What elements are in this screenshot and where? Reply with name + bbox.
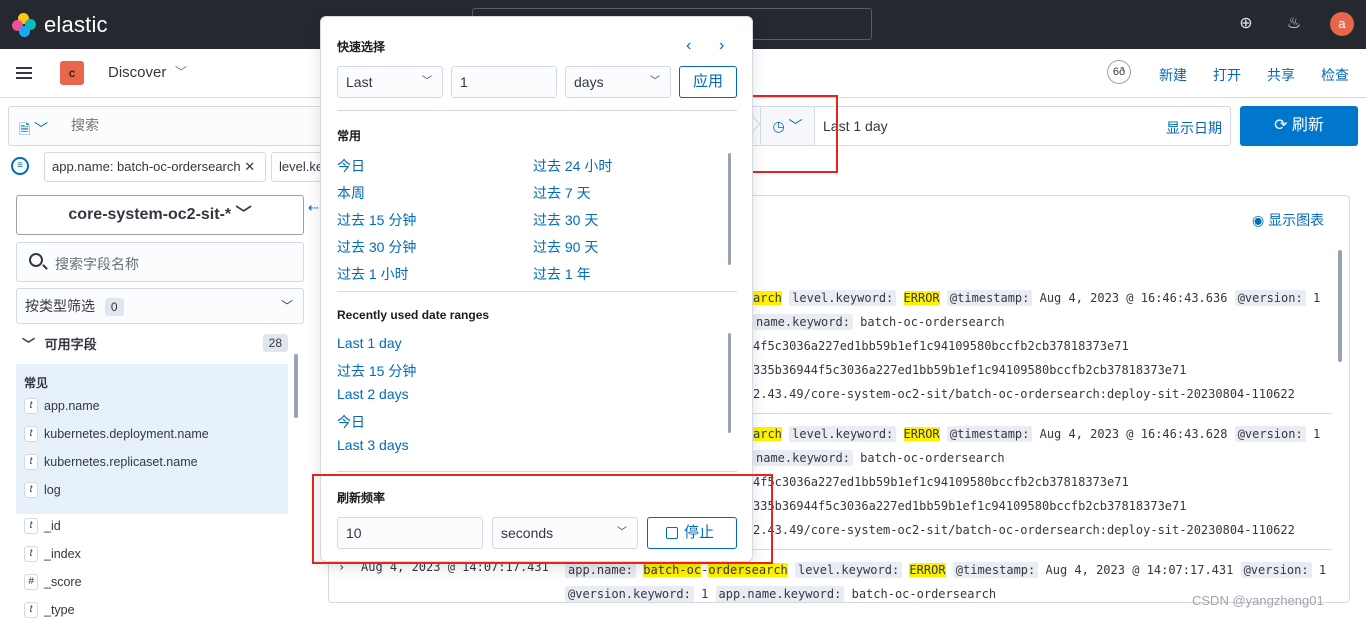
inspect-link[interactable]: 检查 (1321, 65, 1349, 85)
recent-range-link[interactable]: Last 2 days (337, 386, 409, 402)
doc-field-line: 4f5c3036a227ed1bb59b1ef1c94109580bccfb2c… (753, 339, 1129, 353)
common-range-link[interactable]: 过去 90 天 (533, 237, 598, 257)
elastic-logo-icon (12, 13, 36, 37)
common-ranges-title: 常用 (337, 129, 362, 143)
refresh-button[interactable]: ⟳ 刷新 (1240, 106, 1358, 146)
search-input[interactable] (71, 117, 311, 133)
chevron-down-icon: ﹀ (650, 76, 660, 87)
annotation-box-clock (744, 95, 838, 173)
annotation-box-refresh (312, 474, 773, 564)
field-item[interactable]: t _index (24, 544, 81, 564)
divider (337, 291, 737, 292)
eye-icon: ◉ (1252, 212, 1269, 228)
menu-icon[interactable] (16, 67, 32, 79)
refresh-icon: ⟳ (1274, 117, 1292, 134)
recent-range-link[interactable]: Last 1 day (337, 335, 402, 351)
brand-name: elastic (44, 12, 108, 37)
documents-scrollbar[interactable] (1338, 250, 1342, 362)
chevron-down-icon: ﹀ (280, 299, 293, 313)
next-icon[interactable]: › (719, 37, 724, 55)
common-range-link[interactable]: 过去 1 年 (533, 264, 591, 284)
doc-field-line: 335b36944f5c3036a227ed1bb59b1ef1c9410958… (753, 499, 1187, 513)
amount-input[interactable]: 1 (451, 66, 557, 98)
field-item[interactable]: t _type (24, 600, 75, 620)
field-item[interactable]: t kubernetes.replicaset.name (24, 452, 198, 472)
common-scrollbar[interactable] (728, 153, 731, 265)
divider (337, 110, 737, 111)
available-fields-header[interactable]: ﹀ 可用字段 28 (22, 334, 288, 353)
doc-field-line: 2.43.49/core-system-oc2-sit/batch-oc-ord… (753, 387, 1295, 401)
open-link[interactable]: 打开 (1213, 65, 1241, 85)
help-lifebuoy-icon[interactable]: ⊕ (1235, 13, 1257, 35)
watermark: CSDN @yangzheng01 (1192, 593, 1324, 608)
type-filter-count: 0 (104, 298, 124, 316)
common-range-link[interactable]: 过去 30 分钟 (337, 237, 416, 257)
field-item[interactable]: t _id (24, 516, 61, 536)
glasses-help-icon[interactable]: 6ð (1107, 60, 1131, 84)
chevron-down-icon: ﹀ (422, 76, 432, 87)
saved-query-icon[interactable]: 🗎 ﹀ (19, 119, 48, 143)
common-range-link[interactable]: 过去 15 分钟 (337, 210, 416, 230)
recent-range-link[interactable]: Last 3 days (337, 437, 409, 453)
new-link[interactable]: 新建 (1159, 65, 1187, 85)
field-item[interactable]: # _score (24, 572, 82, 592)
elastic-logo[interactable]: elastic (12, 12, 108, 38)
common-fields-label: 常见 (24, 376, 49, 390)
share-link[interactable]: 共享 (1267, 65, 1295, 85)
table-row[interactable]: arch level.keyword: ERROR @timestamp: Au… (753, 426, 1320, 442)
close-icon[interactable]: ✕ (244, 159, 255, 174)
doc-field-line: 4f5c3036a227ed1bb59b1ef1c94109580bccfb2c… (753, 475, 1129, 489)
doc-field-line: name.keyword: batch-oc-ordersearch (753, 450, 1005, 466)
apply-button[interactable]: 应用 (679, 66, 737, 98)
doc-field-line: name.keyword: batch-oc-ordersearch (753, 314, 1005, 330)
field-search-input[interactable]: 搜索字段名称 (16, 242, 304, 282)
common-range-link[interactable]: 过去 1 小时 (337, 264, 409, 284)
space-avatar[interactable]: c (60, 61, 84, 85)
show-chart-button[interactable]: ◉ 显示图表 (1252, 210, 1324, 230)
index-pattern-selector[interactable]: core-system-oc2-sit-* ﹀ (16, 195, 304, 235)
divider (337, 471, 737, 472)
common-range-link[interactable]: 过去 7 天 (533, 183, 591, 203)
chevron-down-icon[interactable]: ﹀ (175, 63, 187, 80)
recent-ranges-title: Recently used date ranges (337, 308, 490, 322)
collapse-sidebar-icon[interactable]: ⇠ (308, 200, 319, 216)
user-avatar[interactable]: a (1330, 12, 1354, 36)
search-icon (29, 253, 43, 267)
doc-field-line: 335b36944f5c3036a227ed1bb59b1ef1c9410958… (753, 363, 1187, 377)
sidebar-scrollbar[interactable] (294, 354, 298, 418)
common-range-link[interactable]: 过去 24 小时 (533, 156, 612, 176)
table-row[interactable]: app.name: batch-oc-ordersearch level.key… (565, 562, 1326, 578)
breadcrumb-discover[interactable]: Discover (108, 64, 166, 81)
filter-pill-app-name[interactable]: app.name: batch-oc-ordersearch ✕ (44, 152, 266, 182)
filter-menu-icon[interactable]: ≡ (11, 157, 29, 175)
recent-scrollbar[interactable] (728, 333, 731, 433)
chevron-down-icon: ﹀ (22, 337, 36, 352)
doc-field-line: 2.43.49/core-system-oc2-sit/batch-oc-ord… (753, 523, 1295, 537)
recent-range-link[interactable]: 今日 (337, 412, 365, 432)
previous-icon[interactable]: ‹ (686, 37, 691, 55)
field-item[interactable]: t kubernetes.deployment.name (24, 424, 209, 444)
field-item[interactable]: t log (24, 480, 61, 500)
filter-by-type-button[interactable]: 按类型筛选 0 ﹀ (16, 288, 304, 324)
newsfeed-icon[interactable]: ♨ (1283, 13, 1305, 35)
doc-field-line: @version.keyword: 1 app.name.keyword: ba… (565, 586, 996, 602)
common-range-link[interactable]: 今日 (337, 156, 365, 176)
show-dates-link[interactable]: 显示日期 (1166, 118, 1222, 138)
recent-range-link[interactable]: 过去 15 分钟 (337, 361, 416, 381)
field-item[interactable]: t app.name (24, 396, 100, 416)
filter-pill-level[interactable]: level.ke (271, 152, 321, 182)
quick-select-title: 快速选择 (337, 40, 386, 54)
chevron-down-icon: ﹀ (235, 206, 252, 223)
available-count: 28 (262, 334, 288, 352)
unit-select[interactable]: days ﹀ (565, 66, 671, 98)
common-range-link[interactable]: 本周 (337, 183, 365, 203)
direction-select[interactable]: Last ﹀ (337, 66, 443, 98)
table-row[interactable]: arch level.keyword: ERROR @timestamp: Au… (753, 290, 1320, 306)
common-range-link[interactable]: 过去 30 天 (533, 210, 598, 230)
